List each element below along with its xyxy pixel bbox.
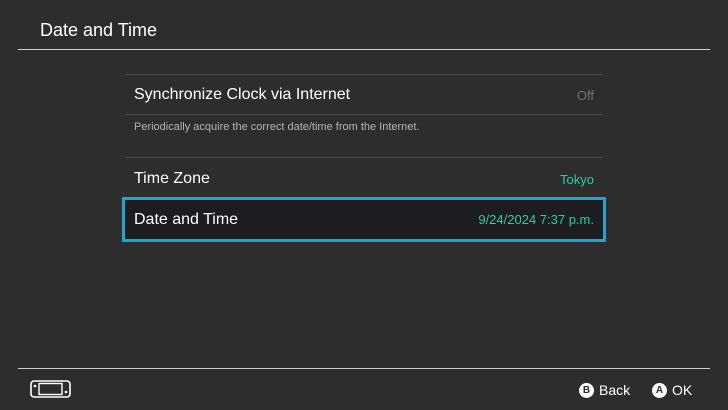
time-zone-label: Time Zone	[134, 170, 210, 187]
ok-button-label: OK	[672, 382, 693, 398]
sync-clock-description: Periodically acquire the correct date/ti…	[134, 121, 420, 133]
sync-clock-value: Off	[576, 88, 594, 103]
a-button-icon: A	[652, 382, 667, 398]
header-divider	[18, 49, 710, 50]
back-button-label: Back	[599, 382, 631, 398]
handheld-console-icon	[30, 380, 71, 398]
footer-divider	[18, 368, 710, 369]
date-time-label: Date and Time	[134, 211, 239, 228]
b-button-icon: B	[579, 382, 594, 398]
back-button[interactable]: B Back	[579, 380, 630, 400]
date-time-setting[interactable]: Date and Time 9/24/2024 7:37 p.m.	[122, 197, 606, 242]
date-time-value: 9/24/2024 7:37 p.m.	[478, 212, 594, 227]
row-divider-sync	[125, 114, 603, 115]
time-zone-value: Tokyo	[560, 172, 594, 187]
page-title: Date and Time	[40, 20, 158, 40]
row-divider-top	[125, 74, 603, 75]
sync-clock-label: Synchronize Clock via Internet	[134, 86, 351, 103]
ok-button[interactable]: A OK	[652, 380, 692, 400]
row-divider-section	[125, 157, 603, 158]
